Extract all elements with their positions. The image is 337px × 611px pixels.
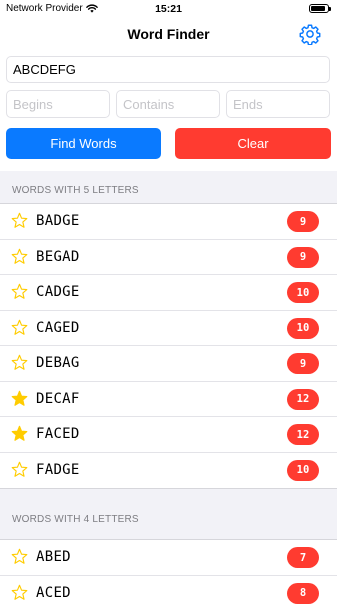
score-badge: 7 <box>287 547 319 568</box>
score-badge: 8 <box>287 583 319 604</box>
word-label: BADGE <box>36 213 80 229</box>
clear-button[interactable]: Clear <box>175 128 331 159</box>
begins-input[interactable] <box>6 90 110 118</box>
status-time: 15:21 <box>0 3 337 15</box>
word-label: DECAF <box>36 391 80 407</box>
score-badge: 10 <box>287 282 319 303</box>
results-list[interactable]: WORDS WITH 5 LETTERSBADGE9BEGAD9CADGE10C… <box>0 171 337 600</box>
star-outline-icon[interactable] <box>11 212 28 229</box>
gear-icon[interactable] <box>299 23 321 45</box>
word-label: DEBAG <box>36 355 80 371</box>
ends-input[interactable] <box>226 90 330 118</box>
score-badge: 9 <box>287 247 319 268</box>
word-row[interactable]: CADGE 10 <box>0 275 337 311</box>
score-badge: 10 <box>287 460 319 481</box>
section-spacer <box>0 488 337 511</box>
contains-input[interactable] <box>116 90 220 118</box>
star-filled-icon[interactable] <box>11 390 28 407</box>
star-outline-icon[interactable] <box>11 248 28 265</box>
star-outline-icon[interactable] <box>11 548 28 565</box>
battery-icon <box>309 4 329 13</box>
word-row[interactable]: CAGED 10 <box>0 311 337 347</box>
score-badge: 12 <box>287 389 319 410</box>
word-label: FADGE <box>36 462 80 478</box>
word-label: BEGAD <box>36 249 80 265</box>
word-label: CAGED <box>36 320 80 336</box>
word-list: BADGE9BEGAD9CADGE10CAGED10DEBAG9DECAF12F… <box>0 203 337 488</box>
navigation-bar: Word Finder <box>0 17 337 51</box>
star-outline-icon[interactable] <box>11 461 28 478</box>
word-label: ACED <box>36 585 71 601</box>
word-label: FACED <box>36 426 80 442</box>
word-row[interactable]: BEGAD 9 <box>0 240 337 276</box>
word-label: CADGE <box>36 284 80 300</box>
section-header: WORDS WITH 4 LETTERS <box>0 511 337 539</box>
star-filled-icon[interactable] <box>11 425 28 442</box>
score-badge: 9 <box>287 211 319 232</box>
star-outline-icon[interactable] <box>11 319 28 336</box>
word-row[interactable]: ACED 8 <box>0 576 337 611</box>
page-title: Word Finder <box>0 26 337 42</box>
word-list: ABED 7 ACED 8 <box>0 539 337 611</box>
score-badge: 12 <box>287 424 319 445</box>
letters-input[interactable] <box>6 56 330 83</box>
score-badge: 10 <box>287 318 319 339</box>
section-header: WORDS WITH 5 LETTERS <box>0 171 337 203</box>
star-outline-icon[interactable] <box>11 584 28 601</box>
word-label: ABED <box>36 549 71 565</box>
word-row[interactable]: FACED 12 <box>0 417 337 453</box>
score-badge: 9 <box>287 353 319 374</box>
star-outline-icon[interactable] <box>11 354 28 371</box>
star-outline-icon[interactable] <box>11 283 28 300</box>
status-bar: Network Provider 15:21 <box>0 0 337 17</box>
find-words-button[interactable]: Find Words <box>6 128 161 159</box>
word-row[interactable]: BADGE 9 <box>0 204 337 240</box>
word-row[interactable]: ABED 7 <box>0 540 337 576</box>
word-row[interactable]: FADGE 10 <box>0 453 337 489</box>
word-row[interactable]: DEBAG 9 <box>0 346 337 382</box>
word-row[interactable]: DECAF 12 <box>0 382 337 418</box>
